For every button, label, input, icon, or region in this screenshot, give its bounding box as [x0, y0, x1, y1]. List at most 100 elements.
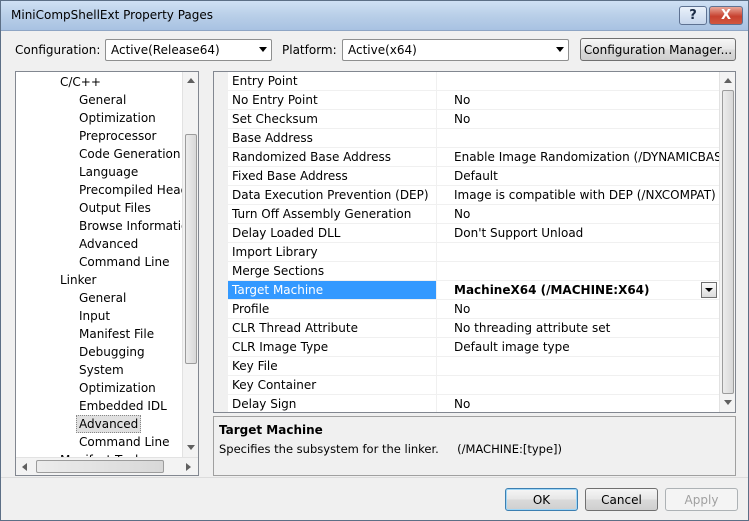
tree-item[interactable]: System [79, 361, 124, 379]
tree-item[interactable]: Language [79, 163, 138, 181]
tree-item[interactable]: Code Generation [79, 145, 180, 163]
property-grid: Entry Point No Entry Point No Set Checksum N… [213, 71, 736, 413]
column-divider [436, 376, 437, 395]
property-row[interactable]: CLR Thread Attribute No threading attribu… [228, 319, 719, 338]
tree-item[interactable]: Precompiled Heade [79, 181, 196, 199]
tree-item[interactable]: Optimization [79, 109, 156, 127]
property-row[interactable]: Base Address [228, 129, 719, 148]
property-value[interactable]: No [454, 93, 470, 107]
column-divider [436, 186, 437, 205]
tree-item[interactable]: Browse Information [79, 217, 196, 235]
tree-scroll-thumb[interactable] [185, 134, 197, 364]
property-name: Key Container [232, 378, 317, 392]
property-name: Data Execution Prevention (DEP) [232, 188, 429, 202]
property-row[interactable]: Key Container [228, 376, 719, 395]
property-value[interactable]: No [454, 112, 470, 126]
property-row[interactable]: Entry Point [228, 72, 719, 91]
configuration-label: Configuration: [15, 43, 101, 57]
property-value[interactable]: MachineX64 (/MACHINE:X64) [454, 283, 650, 297]
property-name: Import Library [232, 245, 318, 259]
property-value[interactable]: No [454, 207, 470, 221]
description-title: Target Machine [219, 423, 323, 437]
property-row[interactable]: Delay Loaded DLL Don't Support Unload [228, 224, 719, 243]
scroll-down-icon[interactable] [724, 400, 732, 405]
property-value[interactable]: No threading attribute set [454, 321, 610, 335]
help-button[interactable]: ? [679, 6, 707, 25]
property-value[interactable]: Enable Image Randomization (/DYNAMICBASE… [454, 150, 734, 164]
property-row[interactable]: Merge Sections [228, 262, 719, 281]
tree-item[interactable]: Preprocessor [79, 127, 156, 145]
property-row[interactable]: Data Execution Prevention (DEP) Image is … [228, 186, 719, 205]
property-value[interactable]: Don't Support Unload [454, 226, 583, 240]
column-divider [436, 338, 437, 357]
property-value[interactable]: Default image type [454, 340, 570, 354]
property-row[interactable]: Profile No [228, 300, 719, 319]
scroll-right-icon[interactable] [186, 463, 191, 471]
property-row[interactable]: Fixed Base Address Default [228, 167, 719, 186]
title-bar[interactable]: MiniCompShellExt Property Pages ? X [1, 1, 748, 31]
property-value[interactable]: No [454, 397, 470, 411]
property-row[interactable]: Import Library [228, 243, 719, 262]
configuration-manager-button[interactable]: Configuration Manager... [580, 38, 736, 61]
tree-hscroll-thumb[interactable] [36, 460, 164, 473]
ok-button[interactable]: OK [505, 488, 578, 511]
platform-dropdown[interactable]: Active(x64) [342, 39, 569, 61]
property-name: Base Address [232, 131, 313, 145]
property-name: Fixed Base Address [232, 169, 348, 183]
scroll-up-icon[interactable] [187, 78, 195, 83]
property-row[interactable]: Key File [228, 357, 719, 376]
property-name: Key File [232, 359, 278, 373]
tree-item[interactable]: Advanced [76, 415, 142, 433]
description-text: Specifies the subsystem for the linker. … [219, 442, 563, 456]
tree-item[interactable]: General [79, 91, 126, 109]
tree-item[interactable]: Linker [60, 271, 96, 289]
column-divider [436, 262, 437, 281]
property-name: CLR Thread Attribute [232, 321, 358, 335]
tree-item[interactable]: Command Line [79, 433, 170, 451]
tree-item[interactable]: Optimization [79, 379, 156, 397]
property-name: Profile [232, 302, 270, 316]
property-row[interactable]: Set Checksum No [228, 110, 719, 129]
property-name: Set Checksum [232, 112, 318, 126]
property-name: Delay Sign [232, 397, 297, 411]
property-value[interactable]: No [454, 302, 470, 316]
column-divider [436, 167, 437, 186]
property-row[interactable]: Target Machine MachineX64 (/MACHINE:X64) [228, 281, 719, 300]
tree-item[interactable]: General [79, 289, 126, 307]
property-row[interactable]: Turn Off Assembly Generation No [228, 205, 719, 224]
property-row[interactable]: No Entry Point No [228, 91, 719, 110]
apply-button[interactable]: Apply [665, 488, 738, 511]
tree-item[interactable]: Embedded IDL [79, 397, 167, 415]
tree-vertical-scrollbar[interactable] [182, 72, 198, 457]
close-button[interactable]: X [709, 6, 743, 25]
window-title: MiniCompShellExt Property Pages [11, 8, 214, 22]
column-divider [436, 243, 437, 262]
platform-label: Platform: [282, 43, 337, 57]
property-row[interactable]: CLR Image Type Default image type [228, 338, 719, 357]
scroll-up-icon[interactable] [724, 78, 732, 83]
scroll-down-icon[interactable] [187, 445, 195, 450]
tree-item[interactable]: Advanced [79, 235, 138, 253]
value-dropdown-button[interactable] [701, 282, 717, 298]
tree-horizontal-scrollbar[interactable] [16, 457, 198, 475]
tree-item[interactable]: Command Line [79, 253, 170, 271]
property-value[interactable]: Default [454, 169, 498, 183]
configuration-dropdown[interactable]: Active(Release64) [105, 39, 272, 61]
tree-item[interactable]: Input [79, 307, 110, 325]
column-divider [436, 357, 437, 376]
property-name: Entry Point [232, 74, 298, 88]
column-divider [436, 129, 437, 148]
tree-item[interactable]: Manifest File [79, 325, 154, 343]
column-divider [436, 300, 437, 319]
property-name: Randomized Base Address [232, 150, 391, 164]
property-row[interactable]: Delay Sign No [228, 395, 719, 412]
grid-vertical-scrollbar[interactable] [719, 72, 735, 412]
property-value[interactable]: Image is compatible with DEP (/NXCOMPAT) [454, 188, 716, 202]
tree-item[interactable]: Debugging [79, 343, 145, 361]
tree-item[interactable]: Output Files [79, 199, 151, 217]
grid-scroll-thumb[interactable] [722, 90, 734, 394]
scroll-left-icon[interactable] [22, 463, 27, 471]
tree-item[interactable]: C/C++ [60, 73, 101, 91]
cancel-button[interactable]: Cancel [585, 488, 658, 511]
property-row[interactable]: Randomized Base Address Enable Image Rand… [228, 148, 734, 167]
